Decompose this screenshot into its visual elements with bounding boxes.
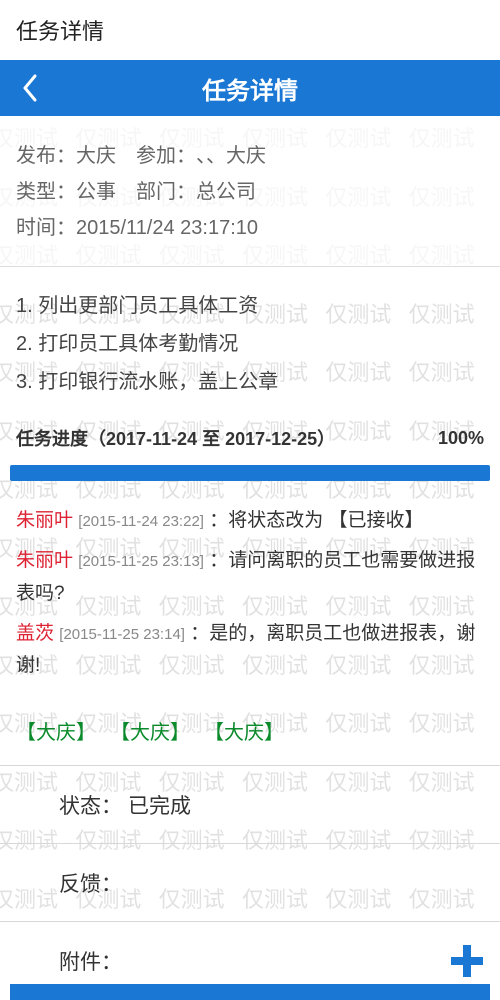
join-label: 参加：	[136, 138, 196, 174]
publish-label: 发布：	[16, 138, 76, 174]
topbar-title: 任务详情	[16, 14, 104, 46]
task-item: 1. 列出更部门员工具体工资	[16, 287, 484, 325]
meta-block: 发布： 大庆 参加： 、、大庆 类型： 公事 部门： 总公司 时间： 2015/…	[0, 116, 500, 266]
type-label: 类型：	[16, 174, 76, 210]
time-label: 时间：	[16, 210, 76, 246]
comment-item: 朱丽叶 [2015-11-24 23:22] ：将状态改为 【已接收】	[16, 505, 484, 537]
tags-row: 【大庆】 【大庆】 【大庆】	[0, 708, 500, 765]
tag-item[interactable]: 【大庆】	[204, 716, 284, 745]
status-value: 已完成	[128, 790, 191, 820]
comment-time: [2015-11-25 23:13]	[78, 553, 204, 570]
publish-value: 大庆	[76, 138, 116, 174]
progress-percent: 100%	[438, 428, 484, 449]
progress-bar	[10, 465, 490, 481]
task-list: 1. 列出更部门员工具体工资 2. 打印员工具体考勤情况 3. 打印银行流水账，…	[0, 267, 500, 425]
attachment-label: 附件：	[16, 946, 128, 976]
chevron-left-icon	[21, 74, 39, 102]
comment-author: 朱丽叶	[16, 550, 73, 571]
comment-time: [2015-11-24 23:22]	[78, 513, 204, 530]
tag-item[interactable]: 【大庆】	[16, 716, 96, 745]
type-value: 公事	[76, 174, 116, 210]
status-label: 状态：	[16, 790, 128, 820]
tag-item[interactable]: 【大庆】	[110, 716, 190, 745]
comments-block: 朱丽叶 [2015-11-24 23:22] ：将状态改为 【已接收】 朱丽叶 …	[0, 501, 500, 708]
dept-value: 总公司	[196, 174, 256, 210]
task-item: 3. 打印银行流水账，盖上公章	[16, 363, 484, 401]
status-section: 状态： 已完成	[0, 765, 500, 843]
comment-author: 朱丽叶	[16, 510, 73, 531]
time-value: 2015/11/24 23:17:10	[76, 210, 258, 246]
dept-label: 部门：	[136, 174, 196, 210]
add-attachment-button[interactable]	[450, 944, 484, 978]
comment-item: 朱丽叶 [2015-11-25 23:13] ：请问离职的员工也需要做进报表吗?	[16, 545, 484, 610]
feedback-section[interactable]: 反馈：	[0, 843, 500, 921]
join-value: 、、大庆	[196, 138, 266, 174]
progress-label: 任务进度（2017-11-24 至 2017-12-25）	[16, 425, 335, 451]
bottom-action-bar[interactable]	[10, 984, 490, 1000]
comment-author: 盖茨	[16, 623, 54, 644]
back-button[interactable]	[10, 68, 50, 108]
task-item: 2. 打印员工具体考勤情况	[16, 325, 484, 363]
page-title: 任务详情	[0, 71, 500, 106]
comment-time: [2015-11-25 23:14]	[59, 626, 185, 643]
progress-row: 任务进度（2017-11-24 至 2017-12-25） 100%	[0, 425, 500, 461]
comment-text: ：将状态改为 【已接收】	[209, 510, 423, 531]
feedback-label: 反馈：	[16, 868, 128, 898]
comment-item: 盖茨 [2015-11-25 23:14] ：是的，离职员工也做进报表，谢谢!	[16, 618, 484, 683]
system-topbar: 任务详情	[0, 0, 500, 60]
navbar: 任务详情	[0, 60, 500, 116]
